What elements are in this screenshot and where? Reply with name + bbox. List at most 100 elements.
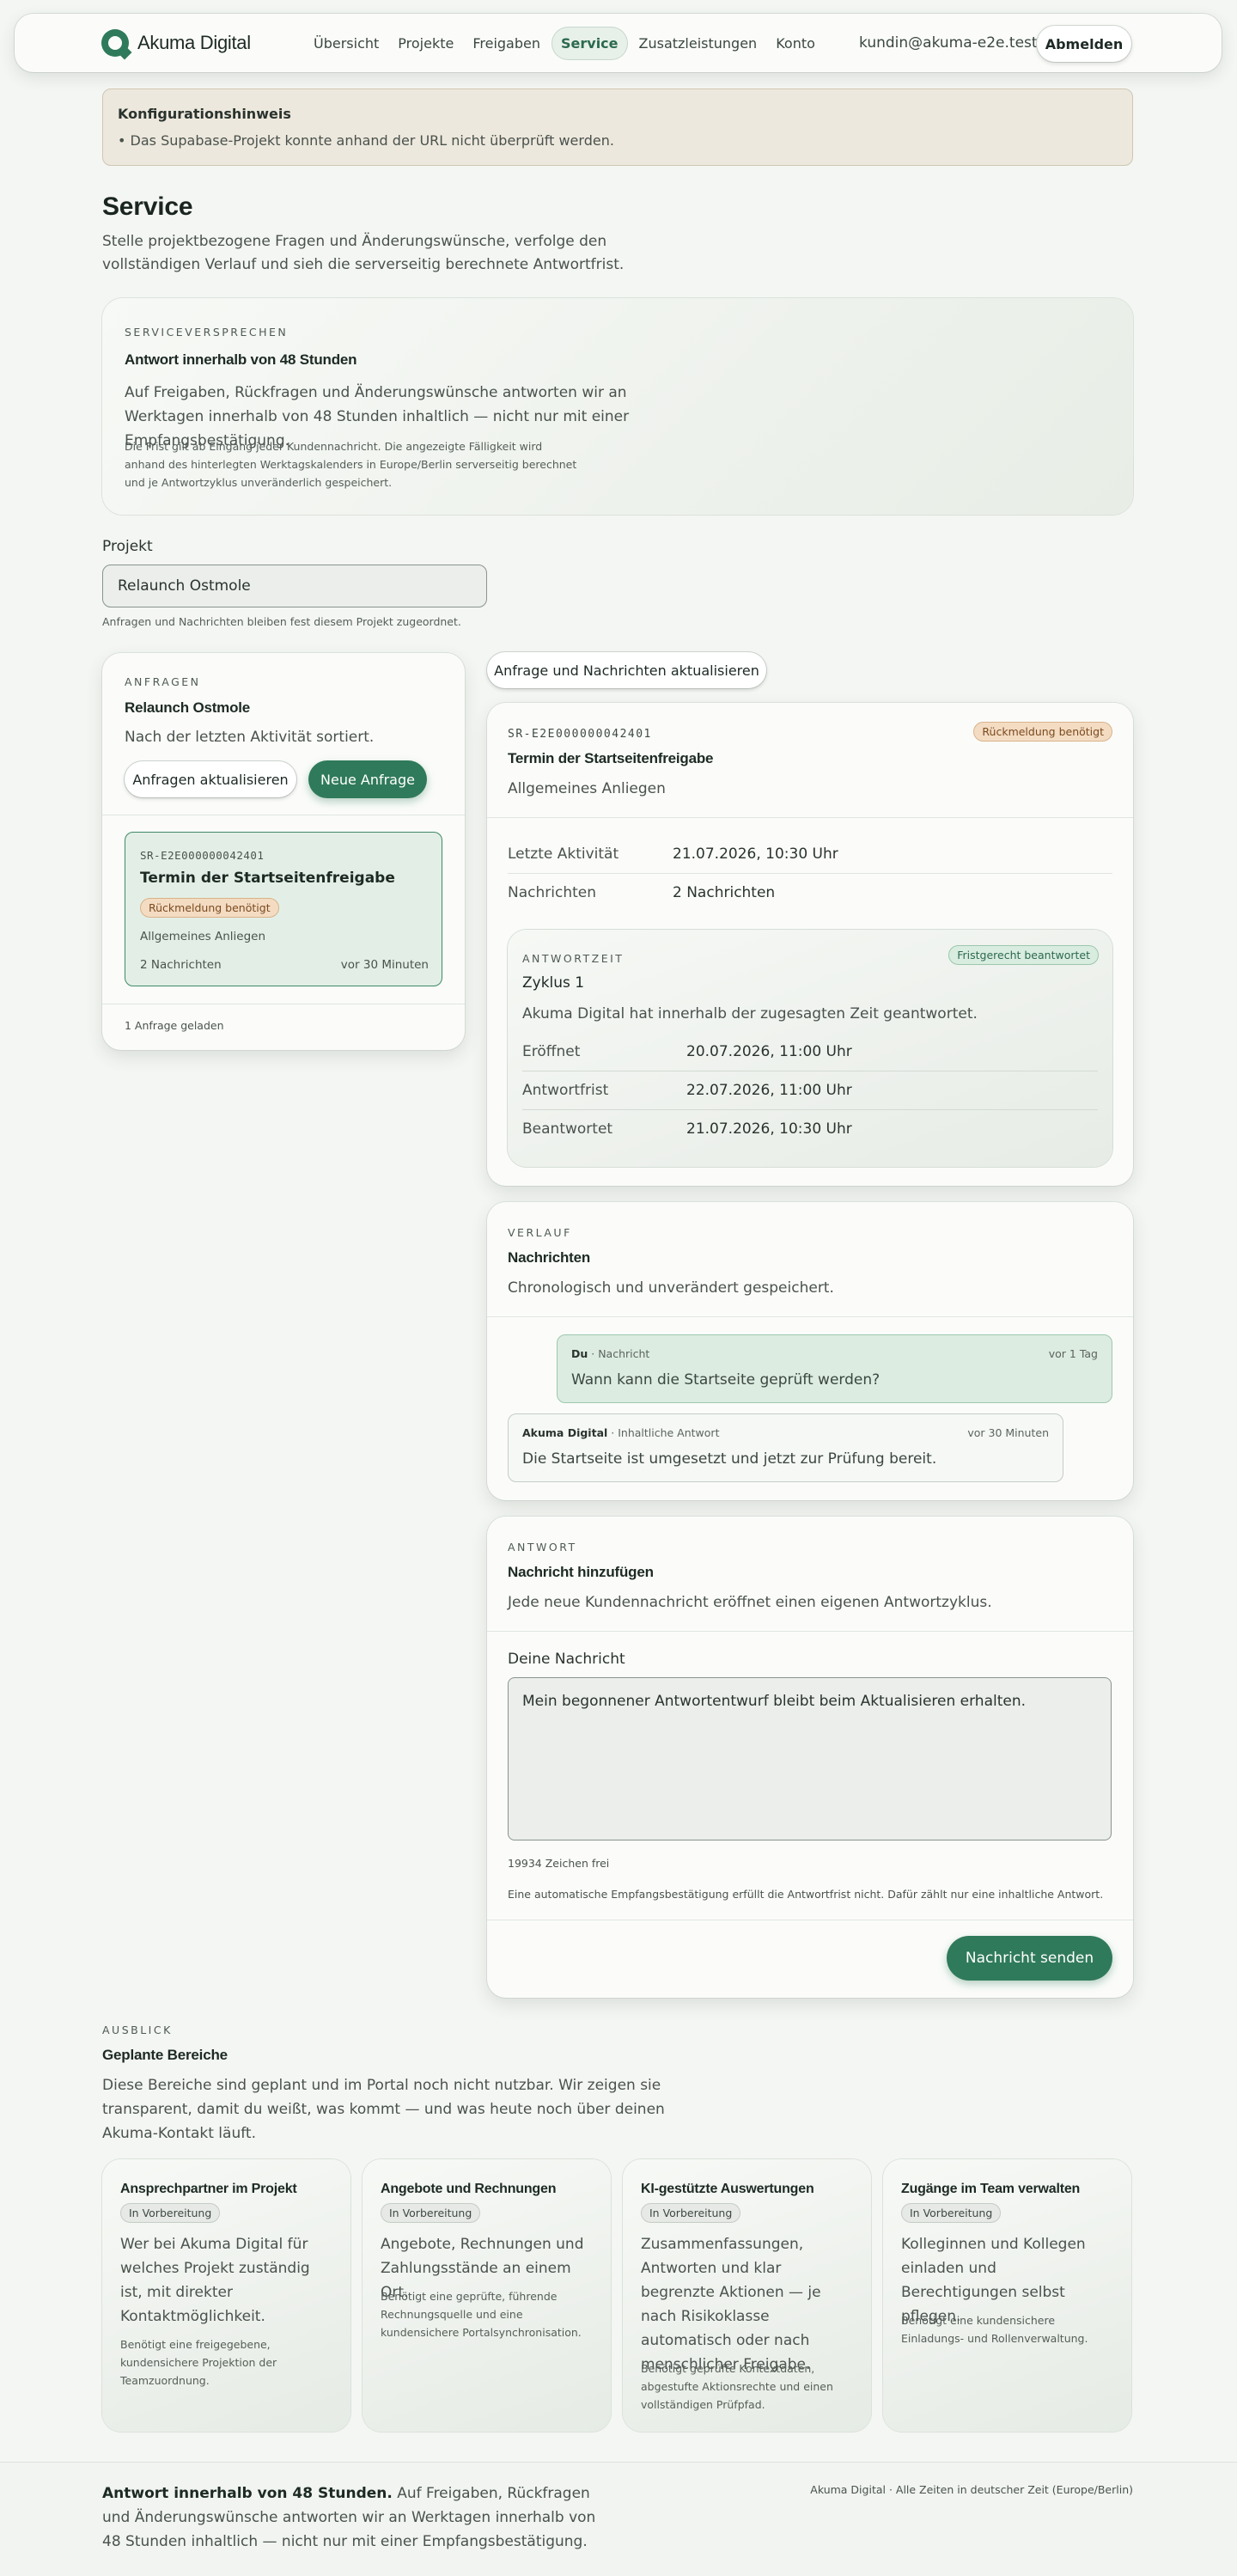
footer-lead: Antwort innerhalb von 48 Stunden. bbox=[102, 2485, 393, 2502]
message-kind: · Nachricht bbox=[588, 1347, 650, 1360]
outlook-eyebrow: AUSBLICK bbox=[102, 2024, 173, 2036]
response-cycle-card: ANTWORTZEIT Fristgerecht beantwortet Zyk… bbox=[508, 930, 1112, 1167]
project-select[interactable]: Relaunch Ostmole bbox=[102, 565, 487, 607]
request-list-item[interactable]: SR-E2E000000042401 Termin der Startseite… bbox=[125, 832, 442, 986]
planned-card-invoices: Angebote und Rechnungen In Vorbereitung … bbox=[363, 2159, 611, 2432]
project-select-value: Relaunch Ostmole bbox=[118, 577, 251, 595]
messages-value: 2 Nachrichten bbox=[673, 884, 776, 901]
planned-card-contacts: Ansprechpartner im Projekt In Vorbereitu… bbox=[102, 2159, 350, 2432]
nav-freigaben[interactable]: Freigaben bbox=[463, 27, 550, 60]
last-activity-label: Letzte Aktivität bbox=[508, 845, 619, 863]
planned-card-title: KI-gestützte Auswertungen bbox=[641, 2182, 814, 2196]
message-time: vor 1 Tag bbox=[1048, 1347, 1098, 1360]
reply-title: Nachricht hinzufügen bbox=[508, 1564, 654, 1580]
request-category: Allgemeines Anliegen bbox=[140, 930, 266, 943]
refresh-requests-button[interactable]: Anfragen aktualisieren bbox=[125, 761, 296, 797]
reply-note: Eine automatische Empfangsbestätigung er… bbox=[508, 1888, 1104, 1901]
message-history-panel: VERLAUF Nachrichten Chronologisch und un… bbox=[487, 1202, 1133, 1500]
char-counter: 19934 Zeichen frei bbox=[508, 1857, 610, 1870]
divider bbox=[508, 873, 1112, 874]
message-textarea[interactable]: Mein begonnener Antwortentwurf bleibt be… bbox=[508, 1677, 1112, 1840]
reply-eyebrow: ANTWORT bbox=[508, 1541, 577, 1554]
project-hint: Anfragen und Nachrichten bleiben fest di… bbox=[102, 615, 461, 628]
project-label: Projekt bbox=[102, 538, 153, 555]
outlook-title: Geplante Bereiche bbox=[102, 2047, 228, 2063]
main-nav: Übersicht Projekte Freigaben Service Zus… bbox=[304, 24, 825, 62]
planned-card-note: Benötigt geprüfte Kontextdaten, abgestuf… bbox=[641, 2362, 833, 2411]
promise-note: Die Frist gilt ab Eingang jeder Kundenna… bbox=[125, 440, 577, 489]
cycle-opened-label: Eröffnet bbox=[522, 1043, 581, 1060]
planned-card-body: Zusammenfassungen, Antworten und klar be… bbox=[641, 2236, 821, 2373]
divider bbox=[487, 817, 1133, 818]
planned-card-body: Wer bei Akuma Digital für welches Projek… bbox=[120, 2236, 310, 2325]
planned-card-badge: In Vorbereitung bbox=[901, 2203, 1002, 2223]
message-meta: Du · Nachricht bbox=[571, 1347, 649, 1360]
brand-logo-link[interactable]: Akuma Digital bbox=[101, 29, 251, 57]
refresh-request-and-messages-button[interactable]: Anfrage und Nachrichten aktualisieren bbox=[487, 652, 766, 688]
planned-card-title: Zugänge im Team verwalten bbox=[901, 2182, 1081, 2196]
planned-card-note: Benötigt eine freigegebene, kundensicher… bbox=[120, 2338, 277, 2387]
page-title: Service bbox=[102, 192, 193, 221]
planned-card-team-access: Zugänge im Team verwalten In Vorbereitun… bbox=[883, 2159, 1131, 2432]
last-activity-value: 21.07.2026, 10:30 Uhr bbox=[673, 845, 838, 863]
detail-title: Termin der Startseitenfreigabe bbox=[508, 750, 714, 766]
notice-item: • Das Supabase-Projekt konnte anhand der… bbox=[118, 132, 614, 149]
message-text: Wann kann die Startseite geprüft werden? bbox=[571, 1371, 881, 1389]
history-title: Nachrichten bbox=[508, 1249, 591, 1266]
cycle-answered-label: Beantwortet bbox=[522, 1120, 613, 1138]
cycle-body: Akuma Digital hat innerhalb der zugesagt… bbox=[522, 1005, 978, 1022]
new-request-button[interactable]: Neue Anfrage bbox=[308, 760, 427, 798]
divider bbox=[487, 1316, 1133, 1317]
nav-konto[interactable]: Konto bbox=[766, 27, 825, 60]
request-title: Termin der Startseitenfreigabe bbox=[140, 870, 395, 887]
logout-button[interactable]: Abmelden bbox=[1037, 26, 1131, 62]
cycle-deadline-label: Antwortfrist bbox=[522, 1082, 609, 1099]
cycle-answered-value: 21.07.2026, 10:30 Uhr bbox=[686, 1120, 852, 1138]
page-footer: Antwort innerhalb von 48 Stunden. Auf Fr… bbox=[0, 2462, 1237, 2576]
planned-card-title: Angebote und Rechnungen bbox=[381, 2182, 557, 2196]
notice-item-text: Das Supabase-Projekt konnte anhand der U… bbox=[130, 132, 614, 149]
config-notice: Konfigurationshinweis • Das Supabase-Pro… bbox=[102, 89, 1133, 166]
planned-card-ai: KI-gestützte Auswertungen In Vorbereitun… bbox=[623, 2159, 871, 2432]
cycle-opened-value: 20.07.2026, 11:00 Uhr bbox=[686, 1043, 852, 1060]
planned-card-note: Benötigt eine kundensichere Einladungs- … bbox=[901, 2314, 1088, 2345]
requests-panel: ANFRAGEN Relaunch Ostmole Nach der letzt… bbox=[102, 653, 465, 1050]
detail-category: Allgemeines Anliegen bbox=[508, 780, 666, 797]
reply-subtitle: Jede neue Kundennachricht eröffnet einen… bbox=[508, 1594, 992, 1611]
message-author: Du bbox=[571, 1347, 588, 1360]
planned-card-title: Ansprechpartner im Projekt bbox=[120, 2182, 297, 2196]
message-customer: Du · Nachricht vor 1 Tag Wann kann die S… bbox=[557, 1334, 1112, 1403]
requests-subtitle: Nach der letzten Aktivität sortiert. bbox=[125, 729, 375, 746]
cycle-status-badge: Fristgerecht beantwortet bbox=[948, 945, 1099, 965]
reply-field-label: Deine Nachricht bbox=[508, 1651, 625, 1668]
send-message-button[interactable]: Nachricht senden bbox=[947, 1936, 1112, 1981]
divider bbox=[522, 1109, 1098, 1110]
requests-title: Relaunch Ostmole bbox=[125, 699, 251, 716]
message-meta: Akuma Digital · Inhaltliche Antwort bbox=[522, 1426, 719, 1439]
nav-zusatzleistungen[interactable]: Zusatzleistungen bbox=[630, 27, 767, 60]
planned-card-note: Benötigt eine geprüfte, führende Rechnun… bbox=[381, 2290, 582, 2339]
history-subtitle: Chronologisch und unverändert gespeicher… bbox=[508, 1279, 834, 1297]
history-eyebrow: VERLAUF bbox=[508, 1226, 572, 1239]
nav-uebersicht[interactable]: Übersicht bbox=[304, 27, 388, 60]
request-id: SR-E2E000000042401 bbox=[140, 849, 265, 862]
request-detail-panel: SR-E2E000000042401 Rückmeldung benötigt … bbox=[487, 703, 1133, 1186]
nav-projekte[interactable]: Projekte bbox=[388, 27, 463, 60]
brand-name: Akuma Digital bbox=[137, 32, 251, 53]
footer-promise: Antwort innerhalb von 48 Stunden. Auf Fr… bbox=[102, 2481, 600, 2554]
service-promise-card: SERVICEVERSPRECHEN Antwort innerhalb von… bbox=[102, 298, 1133, 515]
request-age: vor 30 Minuten bbox=[340, 958, 429, 972]
message-kind: · Inhaltliche Antwort bbox=[607, 1426, 720, 1439]
cycle-deadline-value: 22.07.2026, 11:00 Uhr bbox=[686, 1082, 852, 1099]
requests-eyebrow: ANFRAGEN bbox=[125, 675, 201, 688]
notice-title: Konfigurationshinweis bbox=[118, 106, 291, 122]
request-message-count: 2 Nachrichten bbox=[140, 958, 222, 972]
nav-service[interactable]: Service bbox=[551, 26, 628, 60]
messages-label: Nachrichten bbox=[508, 884, 596, 901]
detail-status-badge: Rückmeldung benötigt bbox=[973, 722, 1112, 742]
request-status-badge: Rückmeldung benötigt bbox=[140, 898, 279, 918]
cycle-title: Zyklus 1 bbox=[522, 974, 585, 992]
planned-card-badge: In Vorbereitung bbox=[381, 2203, 481, 2223]
page-intro: Stelle projektbezogene Fragen und Änderu… bbox=[102, 233, 625, 273]
footer-meta: Akuma Digital · Alle Zeiten in deutscher… bbox=[810, 2483, 1133, 2496]
